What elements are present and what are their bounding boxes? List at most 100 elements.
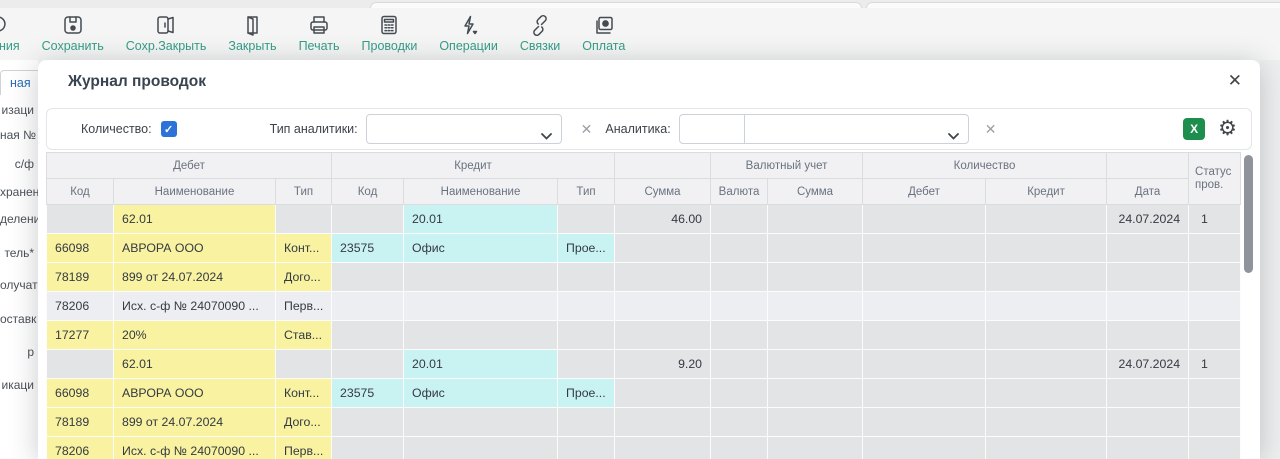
cell-status[interactable] [1189, 437, 1241, 459]
table-row[interactable]: 66098АВРОРА ОООКонт...23575ОфисПрое... [47, 379, 1241, 408]
print-button[interactable]: Печать [288, 8, 351, 53]
cell-currency[interactable] [711, 350, 768, 379]
column-header-credit-type[interactable]: Тип [558, 179, 615, 205]
cell-credit_type[interactable] [558, 408, 615, 437]
cell-debit_code[interactable]: 78189 [47, 263, 114, 292]
cell-date[interactable] [1107, 437, 1189, 459]
cell-currency_sum[interactable] [768, 321, 863, 350]
vertical-scrollbar-thumb[interactable] [1244, 155, 1253, 273]
cell-sum[interactable] [615, 379, 711, 408]
cell-sum[interactable] [615, 263, 711, 292]
export-excel-button[interactable]: X [1183, 118, 1205, 140]
cell-currency[interactable] [711, 234, 768, 263]
cell-debit_code[interactable]: 78206 [47, 292, 114, 321]
analytics-type-select[interactable] [366, 114, 562, 144]
cell-debit_type[interactable] [276, 350, 332, 379]
cell-debit_name[interactable]: 899 от 24.07.2024 [114, 408, 276, 437]
cell-currency[interactable] [711, 205, 768, 234]
cell-debit_type[interactable]: Перв... [276, 292, 332, 321]
cell-sum[interactable] [615, 408, 711, 437]
cell-debit_code[interactable]: 17277 [47, 321, 114, 350]
cell-currency[interactable] [711, 321, 768, 350]
cell-debit_type[interactable]: Став... [276, 321, 332, 350]
cell-credit_name[interactable]: Офис [404, 234, 558, 263]
cell-qty_credit[interactable] [986, 234, 1107, 263]
cell-credit_type[interactable] [558, 263, 615, 292]
cell-status[interactable] [1189, 379, 1241, 408]
cell-debit_code[interactable] [47, 350, 114, 379]
cell-qty_debit[interactable] [863, 263, 986, 292]
column-header-currency-sum[interactable]: Сумма [768, 179, 863, 205]
cell-credit_code[interactable] [332, 263, 404, 292]
cell-currency_sum[interactable] [768, 263, 863, 292]
save-button[interactable]: Сохранить [31, 8, 115, 53]
column-header-credit-code[interactable]: Код [332, 179, 404, 205]
table-row[interactable]: 78206Исх. с-ф № 24070090 ...Перв... [47, 437, 1241, 459]
cell-debit_type[interactable]: Перв... [276, 437, 332, 459]
table-row[interactable]: 62.0120.019.2024.07.20241 [47, 350, 1241, 379]
column-header-qty-credit[interactable]: Кредит [986, 179, 1107, 205]
cell-credit_type[interactable] [558, 321, 615, 350]
cell-qty_credit[interactable] [986, 205, 1107, 234]
cell-credit_type[interactable]: Прое... [558, 234, 615, 263]
cell-credit_code[interactable] [332, 350, 404, 379]
cell-status[interactable] [1189, 234, 1241, 263]
cell-debit_code[interactable] [47, 205, 114, 234]
column-header-qty-debit[interactable]: Дебет [863, 179, 986, 205]
cell-credit_name[interactable] [404, 292, 558, 321]
gear-icon[interactable]: ⚙ [1218, 118, 1237, 140]
table-row[interactable]: 78206Исх. с-ф № 24070090 ...Перв... [47, 292, 1241, 321]
column-header-credit-name[interactable]: Наименование [404, 179, 558, 205]
cell-debit_code[interactable]: 66098 [47, 234, 114, 263]
cell-credit_name[interactable] [404, 263, 558, 292]
cell-qty_debit[interactable] [863, 350, 986, 379]
table-row[interactable]: 62.0120.0146.0024.07.20241 [47, 205, 1241, 234]
cell-credit_code[interactable] [332, 408, 404, 437]
column-header-sum[interactable]: Сумма [615, 179, 711, 205]
cell-debit_type[interactable]: Дого... [276, 263, 332, 292]
cell-credit_name[interactable] [404, 408, 558, 437]
cell-debit_code[interactable]: 78189 [47, 408, 114, 437]
cell-date[interactable]: 24.07.2024 [1107, 205, 1189, 234]
cell-qty_credit[interactable] [986, 408, 1107, 437]
cell-status[interactable] [1189, 408, 1241, 437]
cell-debit_name[interactable]: Исх. с-ф № 24070090 ... [114, 437, 276, 459]
table-row[interactable]: 78189899 от 24.07.2024Дого... [47, 408, 1241, 437]
cell-debit_name[interactable]: АВРОРА ООО [114, 234, 276, 263]
cell-qty_debit[interactable] [863, 321, 986, 350]
cell-date[interactable] [1107, 379, 1189, 408]
cell-credit_type[interactable] [558, 205, 615, 234]
cell-date[interactable] [1107, 292, 1189, 321]
cell-qty_debit[interactable] [863, 234, 986, 263]
cell-qty_credit[interactable] [986, 437, 1107, 459]
cell-qty_debit[interactable] [863, 292, 986, 321]
cell-debit_name[interactable]: 62.01 [114, 350, 276, 379]
cell-qty_credit[interactable] [986, 379, 1107, 408]
cell-currency_sum[interactable] [768, 292, 863, 321]
cell-credit_type[interactable]: Прое... [558, 379, 615, 408]
column-header-date[interactable]: Дата [1107, 179, 1189, 205]
cell-currency[interactable] [711, 437, 768, 459]
postings-button[interactable]: Проводки [351, 8, 429, 53]
cell-currency_sum[interactable] [768, 379, 863, 408]
cell-currency_sum[interactable] [768, 234, 863, 263]
cell-debit_code[interactable]: 66098 [47, 379, 114, 408]
close-button[interactable]: Закрыть [217, 8, 287, 53]
clear-analytics-icon[interactable]: ✕ [985, 121, 997, 138]
cell-debit_name[interactable]: АВРОРА ООО [114, 379, 276, 408]
cell-sum[interactable] [615, 292, 711, 321]
cell-credit_name[interactable]: 20.01 [404, 350, 558, 379]
cell-qty_debit[interactable] [863, 379, 986, 408]
cell-qty_credit[interactable] [986, 263, 1107, 292]
cell-currency[interactable] [711, 292, 768, 321]
table-row[interactable]: 1727720%Став... [47, 321, 1241, 350]
toolbar-item-partial[interactable]: ения [0, 8, 31, 53]
save-close-button[interactable]: Сохр.Закрыть [115, 8, 218, 53]
cell-credit_code[interactable] [332, 437, 404, 459]
cell-debit_type[interactable] [276, 205, 332, 234]
cell-debit_name[interactable]: Исх. с-ф № 24070090 ... [114, 292, 276, 321]
cell-debit_type[interactable]: Конт... [276, 234, 332, 263]
cell-status[interactable] [1189, 321, 1241, 350]
cell-sum[interactable]: 9.20 [615, 350, 711, 379]
cell-currency_sum[interactable] [768, 350, 863, 379]
